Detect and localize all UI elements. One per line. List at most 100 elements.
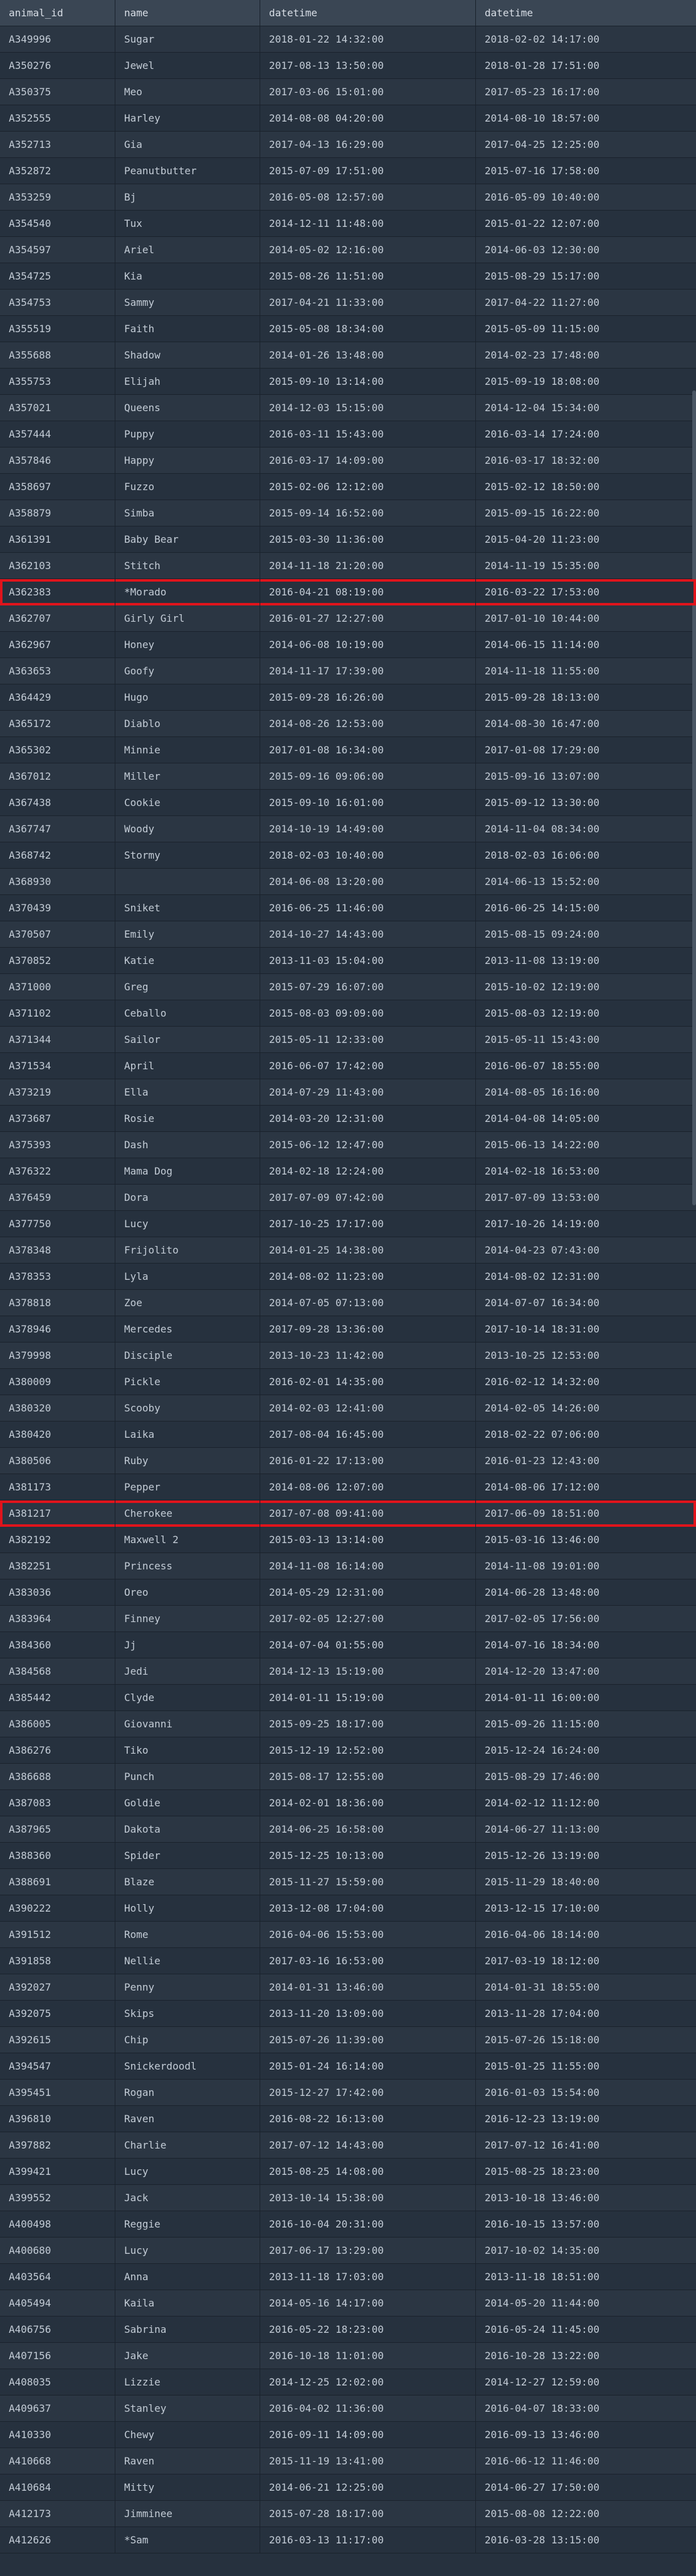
cell-animal-id[interactable]: A354725 — [0, 263, 115, 290]
cell-animal-id[interactable]: A380320 — [0, 1395, 115, 1422]
table-row[interactable]: A392615 Chip 2015-07-26 11:39:00 2015-07-26… — [0, 2027, 696, 2053]
cell-animal-id[interactable]: A384568 — [0, 1658, 115, 1685]
cell-datetime-in[interactable]: 2015-09-28 16:26:00 — [260, 684, 476, 711]
cell-animal-id[interactable]: A390222 — [0, 1895, 115, 1922]
cell-name[interactable]: Rosie — [115, 1106, 260, 1132]
cell-name[interactable]: Diablo — [115, 711, 260, 737]
table-row[interactable]: A362707 Girly Girl 2016-01-27 12:27:00 2017… — [0, 605, 696, 632]
cell-name[interactable]: Girly Girl — [115, 605, 260, 632]
cell-name[interactable]: Mama Dog — [115, 1158, 260, 1185]
cell-datetime-in[interactable]: 2018-01-22 14:32:00 — [260, 26, 476, 53]
cell-animal-id[interactable]: A395451 — [0, 2080, 115, 2106]
table-row[interactable]: A375393 Dash 2015-06-12 12:47:00 2015-06-13… — [0, 1132, 696, 1158]
cell-name[interactable]: Ella — [115, 1079, 260, 1106]
cell-animal-id[interactable]: A407156 — [0, 2343, 115, 2369]
table-row[interactable]: A354597 Ariel 2014-05-02 12:16:00 2014-06-0… — [0, 237, 696, 263]
cell-name[interactable]: Chewy — [115, 2422, 260, 2448]
table-row[interactable]: A371000 Greg 2015-07-29 16:07:00 2015-10-02… — [0, 974, 696, 1000]
cell-datetime-out[interactable]: 2017-07-12 16:41:00 — [476, 2132, 696, 2159]
cell-datetime-out[interactable]: 2014-06-15 11:14:00 — [476, 632, 696, 658]
cell-name[interactable]: *Morado — [115, 579, 260, 605]
cell-datetime-in[interactable]: 2014-01-26 13:48:00 — [260, 342, 476, 369]
cell-datetime-out[interactable]: 2014-06-27 11:13:00 — [476, 1816, 696, 1843]
table-row[interactable]: A364429 Hugo 2015-09-28 16:26:00 2015-09-28… — [0, 684, 696, 711]
cell-animal-id[interactable]: A367747 — [0, 816, 115, 842]
cell-datetime-in[interactable]: 2014-01-25 14:38:00 — [260, 1237, 476, 1264]
cell-animal-id[interactable]: A354753 — [0, 290, 115, 316]
cell-animal-id[interactable]: A368742 — [0, 842, 115, 869]
cell-animal-id[interactable]: A367438 — [0, 790, 115, 816]
column-header-animal-id[interactable]: animal_id — [0, 0, 115, 26]
cell-animal-id[interactable]: A381173 — [0, 1474, 115, 1500]
cell-datetime-out[interactable]: 2015-03-16 13:46:00 — [476, 1527, 696, 1553]
table-row[interactable]: A396810 Raven 2016-08-22 16:13:00 2016-12-2… — [0, 2106, 696, 2132]
cell-name[interactable]: Disciple — [115, 1343, 260, 1369]
cell-animal-id[interactable]: A391858 — [0, 1948, 115, 1974]
cell-datetime-out[interactable]: 2017-04-25 12:25:00 — [476, 132, 696, 158]
cell-datetime-in[interactable]: 2015-09-14 16:52:00 — [260, 500, 476, 526]
table-row[interactable]: A352713 Gia 2017-04-13 16:29:00 2017-04-25 … — [0, 132, 696, 158]
cell-animal-id[interactable]: A370439 — [0, 895, 115, 921]
cell-name[interactable]: Shadow — [115, 342, 260, 369]
cell-datetime-in[interactable]: 2017-04-13 16:29:00 — [260, 132, 476, 158]
cell-datetime-in[interactable]: 2014-12-03 15:15:00 — [260, 395, 476, 421]
table-row[interactable]: A362103 Stitch 2014-11-18 21:20:00 2014-11-… — [0, 553, 696, 579]
table-row[interactable]: A405494 Kaila 2014-05-16 14:17:00 2014-05-2… — [0, 2290, 696, 2317]
cell-datetime-out[interactable]: 2014-12-20 13:47:00 — [476, 1658, 696, 1685]
cell-name[interactable]: Ariel — [115, 237, 260, 263]
cell-name[interactable]: Tiko — [115, 1737, 260, 1764]
table-row[interactable]: A357444 Puppy 2016-03-11 15:43:00 2016-03-1… — [0, 421, 696, 448]
cell-name[interactable]: Chip — [115, 2027, 260, 2053]
cell-name[interactable]: Jedi — [115, 1658, 260, 1685]
cell-datetime-out[interactable]: 2018-02-02 14:17:00 — [476, 26, 696, 53]
cell-animal-id[interactable]: A353259 — [0, 184, 115, 211]
cell-name[interactable]: Jack — [115, 2185, 260, 2211]
cell-datetime-in[interactable]: 2014-12-13 15:19:00 — [260, 1658, 476, 1685]
table-row[interactable]: A383036 Oreo 2014-05-29 12:31:00 2014-06-28… — [0, 1579, 696, 1606]
cell-name[interactable]: Rome — [115, 1922, 260, 1948]
table-row[interactable]: A387965 Dakota 2014-06-25 16:58:00 2014-06-… — [0, 1816, 696, 1843]
cell-name[interactable]: Kia — [115, 263, 260, 290]
cell-name[interactable]: Lucy — [115, 1211, 260, 1237]
cell-datetime-in[interactable]: 2016-03-13 11:17:00 — [260, 2527, 476, 2553]
cell-datetime-in[interactable]: 2013-11-03 15:04:00 — [260, 948, 476, 974]
cell-animal-id[interactable]: A357444 — [0, 421, 115, 448]
table-row[interactable]: A357021 Queens 2014-12-03 15:15:00 2014-12-… — [0, 395, 696, 421]
cell-datetime-out[interactable]: 2017-10-02 14:35:00 — [476, 2238, 696, 2264]
table-row[interactable]: A361391 Baby Bear 2015-03-30 11:36:00 2015-… — [0, 526, 696, 553]
table-row[interactable]: A383964 Finney 2017-02-05 12:27:00 2017-02-… — [0, 1606, 696, 1632]
cell-datetime-in[interactable]: 2014-08-02 11:23:00 — [260, 1264, 476, 1290]
cell-datetime-out[interactable]: 2015-08-08 12:22:00 — [476, 2501, 696, 2527]
cell-name[interactable]: Spider — [115, 1843, 260, 1869]
cell-datetime-out[interactable]: 2013-11-08 13:19:00 — [476, 948, 696, 974]
table-row[interactable]: A350375 Meo 2017-03-06 15:01:00 2017-05-23 … — [0, 79, 696, 105]
table-row[interactable]: A386688 Punch 2015-08-17 12:55:00 2015-08-2… — [0, 1764, 696, 1790]
cell-datetime-out[interactable]: 2016-01-03 15:54:00 — [476, 2080, 696, 2106]
cell-datetime-in[interactable]: 2015-08-17 12:55:00 — [260, 1764, 476, 1790]
cell-name[interactable]: Rogan — [115, 2080, 260, 2106]
table-row[interactable]: A408035 Lizzie 2014-12-25 12:02:00 2014-12-… — [0, 2369, 696, 2395]
cell-datetime-in[interactable]: 2014-11-17 17:39:00 — [260, 658, 476, 684]
cell-datetime-in[interactable]: 2015-07-28 18:17:00 — [260, 2501, 476, 2527]
cell-datetime-out[interactable]: 2015-07-16 17:58:00 — [476, 158, 696, 184]
cell-animal-id[interactable]: A378348 — [0, 1237, 115, 1264]
cell-datetime-in[interactable]: 2014-08-08 04:20:00 — [260, 105, 476, 132]
cell-name[interactable]: Lucy — [115, 2238, 260, 2264]
cell-datetime-in[interactable]: 2014-07-29 11:43:00 — [260, 1079, 476, 1106]
table-row[interactable]: A406756 Sabrina 2016-05-22 18:23:00 2016-05… — [0, 2317, 696, 2343]
table-row[interactable]: A371534 April 2016-06-07 17:42:00 2016-06-0… — [0, 1053, 696, 1079]
cell-animal-id[interactable]: A380506 — [0, 1448, 115, 1474]
cell-animal-id[interactable]: A387965 — [0, 1816, 115, 1843]
table-row[interactable]: A373687 Rosie 2014-03-20 12:31:00 2014-04-0… — [0, 1106, 696, 1132]
cell-animal-id[interactable]: A403564 — [0, 2264, 115, 2290]
cell-animal-id[interactable]: A362383 — [0, 579, 115, 605]
cell-datetime-in[interactable]: 2014-05-02 12:16:00 — [260, 237, 476, 263]
cell-datetime-in[interactable]: 2015-03-30 11:36:00 — [260, 526, 476, 553]
cell-datetime-in[interactable]: 2015-09-10 13:14:00 — [260, 369, 476, 395]
cell-datetime-out[interactable]: 2014-01-31 18:55:00 — [476, 1974, 696, 2001]
table-row[interactable]: A391512 Rome 2016-04-06 15:53:00 2016-04-06… — [0, 1922, 696, 1948]
cell-datetime-out[interactable]: 2014-08-05 16:16:00 — [476, 1079, 696, 1106]
cell-datetime-out[interactable]: 2015-08-25 18:23:00 — [476, 2159, 696, 2185]
cell-animal-id[interactable]: A350276 — [0, 53, 115, 79]
table-row[interactable]: A379998 Disciple 2013-10-23 11:42:00 2013-1… — [0, 1343, 696, 1369]
